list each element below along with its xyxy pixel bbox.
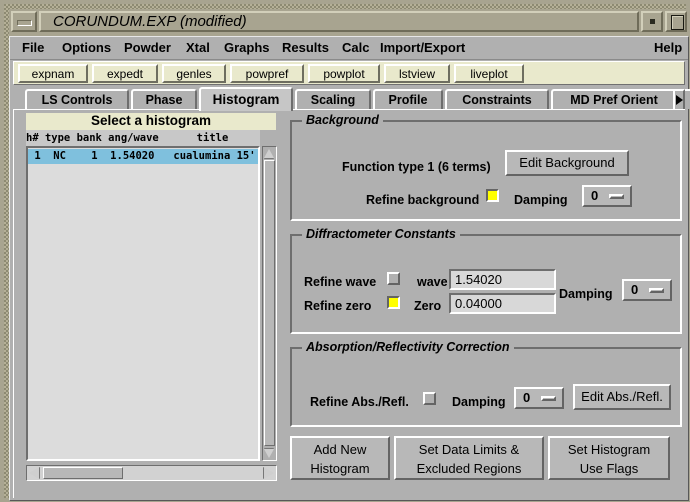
- wave-label: wave: [417, 275, 448, 289]
- list-item[interactable]: 1 NC 1 1.54020 cualumina 15' Cu: [28, 149, 258, 164]
- set-data-limits-button[interactable]: Set Data Limits & Excluded Regions: [394, 436, 544, 480]
- menu-file[interactable]: File: [18, 39, 48, 57]
- tab-histogram[interactable]: Histogram: [199, 87, 293, 111]
- diffractometer-damping-optionmenu[interactable]: 0: [622, 279, 672, 301]
- toolbar-button-powpref[interactable]: powpref: [230, 64, 304, 83]
- histogram-list-horizontal-scrollbar[interactable]: [26, 465, 277, 481]
- maximize-button[interactable]: [665, 11, 687, 32]
- histogram-pane: Select a histogram h# type bank ang/wave…: [13, 109, 685, 498]
- window-title-area: CORUNDUM.EXP (modified): [39, 11, 639, 32]
- scroll-right-arrow-icon[interactable]: [263, 467, 275, 479]
- background-function-type-label: Function type 1 (6 terms): [342, 160, 491, 174]
- menu-import-export[interactable]: Import/Export: [376, 39, 469, 57]
- background-damping-value: 0: [591, 188, 599, 203]
- toolbar-button-powplot[interactable]: powplot: [308, 64, 380, 83]
- restore-button[interactable]: [641, 11, 663, 32]
- scroll-left-arrow-icon[interactable]: [28, 467, 40, 479]
- background-group: Background Function type 1 (6 terms) Edi…: [290, 113, 682, 221]
- minimize-icon: [17, 20, 32, 26]
- histogram-listbox[interactable]: 1 NC 1 1.54020 cualumina 15' Cu: [26, 146, 260, 461]
- diffractometer-constants-group: Diffractometer Constants Refine wave wav…: [290, 227, 682, 334]
- minimize-button[interactable]: [11, 11, 37, 32]
- refine-absorption-checkbox[interactable]: [423, 392, 436, 405]
- horizontal-scroll-thumb[interactable]: [43, 467, 123, 479]
- menu-bar: File Options Powder Xtal Graphs Results …: [10, 37, 688, 60]
- chevron-right-icon: [676, 95, 683, 105]
- menu-graphs[interactable]: Graphs: [220, 39, 274, 57]
- set-histogram-use-flags-button[interactable]: Set Histogram Use Flags: [548, 436, 670, 480]
- tab-phase[interactable]: Phase: [131, 89, 197, 109]
- menu-results[interactable]: Results: [278, 39, 333, 57]
- tool-bar: expnam expedt genles powpref powplot lst…: [13, 61, 685, 85]
- tab-scroll-right-button[interactable]: [673, 89, 685, 109]
- client-area: File Options Powder Xtal Graphs Results …: [9, 36, 690, 501]
- edit-background-button[interactable]: Edit Background: [505, 150, 629, 176]
- absorption-damping-optionmenu[interactable]: 0: [514, 387, 564, 409]
- menu-help[interactable]: Help: [650, 39, 686, 57]
- refine-absorption-label: Refine Abs./Refl.: [310, 395, 409, 409]
- restore-icon: [650, 19, 655, 24]
- toolbar-button-lstview[interactable]: lstview: [384, 64, 450, 83]
- window-inner: CORUNDUM.EXP (modified) File Options Pow…: [9, 9, 690, 501]
- edit-absorption-button[interactable]: Edit Abs./Refl.: [573, 384, 671, 410]
- refine-zero-checkbox[interactable]: [387, 296, 400, 309]
- title-bar: CORUNDUM.EXP (modified): [9, 9, 689, 35]
- maximize-icon: [671, 15, 684, 30]
- menu-options[interactable]: Options: [58, 39, 115, 57]
- vertical-scroll-thumb[interactable]: [264, 160, 275, 446]
- background-group-title: Background: [302, 113, 383, 127]
- diffractometer-damping-value: 0: [631, 282, 639, 297]
- absorption-group-title: Absorption/Reflectivity Correction: [302, 340, 514, 354]
- bottom-button-row: Add New Histogram Set Data Limits & Excl…: [290, 436, 682, 486]
- menu-calc[interactable]: Calc: [338, 39, 373, 57]
- optionmenu-indicator-icon: [541, 396, 556, 401]
- diffractometer-group-title: Diffractometer Constants: [302, 227, 460, 241]
- toolbar-button-liveplot[interactable]: liveplot: [454, 64, 524, 83]
- window-title: CORUNDUM.EXP (modified): [53, 13, 247, 30]
- tab-constraints[interactable]: Constraints: [445, 89, 549, 109]
- refine-background-checkbox[interactable]: [486, 189, 499, 202]
- tab-scaling[interactable]: Scaling: [295, 89, 371, 109]
- optionmenu-indicator-icon: [609, 194, 624, 199]
- background-damping-label: Damping: [514, 193, 568, 207]
- menu-xtal[interactable]: Xtal: [182, 39, 214, 57]
- scroll-up-arrow-icon[interactable]: [264, 148, 275, 159]
- refine-wave-checkbox[interactable]: [387, 272, 400, 285]
- scroll-down-arrow-icon[interactable]: [264, 448, 275, 459]
- add-new-histogram-button[interactable]: Add New Histogram: [290, 436, 390, 480]
- refine-zero-label: Refine zero: [304, 299, 372, 313]
- absorption-group: Absorption/Reflectivity Correction Refin…: [290, 340, 682, 427]
- histogram-list-column-headers: h# type bank ang/wave title: [26, 130, 260, 146]
- tab-bar: LS Controls Phase Histogram Scaling Prof…: [13, 87, 690, 111]
- application-window: CORUNDUM.EXP (modified) File Options Pow…: [0, 0, 690, 502]
- zero-label: Zero: [414, 299, 442, 313]
- background-damping-optionmenu[interactable]: 0: [582, 185, 632, 207]
- histogram-selector: Select a histogram h# type bank ang/wave…: [22, 113, 280, 488]
- tab-md-pref-orient[interactable]: MD Pref Orient: [551, 89, 677, 109]
- menu-powder[interactable]: Powder: [120, 39, 175, 57]
- absorption-damping-value: 0: [523, 390, 531, 405]
- zero-field[interactable]: 0.04000: [449, 293, 556, 314]
- toolbar-button-expnam[interactable]: expnam: [18, 64, 88, 83]
- histogram-list-title: Select a histogram: [26, 113, 276, 130]
- wave-field[interactable]: 1.54020: [449, 269, 556, 290]
- toolbar-button-genles[interactable]: genles: [162, 64, 226, 83]
- optionmenu-indicator-icon: [649, 288, 664, 293]
- histogram-list-vertical-scrollbar[interactable]: [262, 146, 277, 461]
- tab-profile[interactable]: Profile: [373, 89, 443, 109]
- absorption-damping-label: Damping: [452, 395, 506, 409]
- toolbar-button-expedt[interactable]: expedt: [92, 64, 158, 83]
- refine-wave-label: Refine wave: [304, 275, 377, 289]
- tab-ls-controls[interactable]: LS Controls: [25, 89, 129, 109]
- refine-background-label: Refine background: [366, 193, 480, 207]
- diffractometer-damping-label: Damping: [559, 287, 613, 301]
